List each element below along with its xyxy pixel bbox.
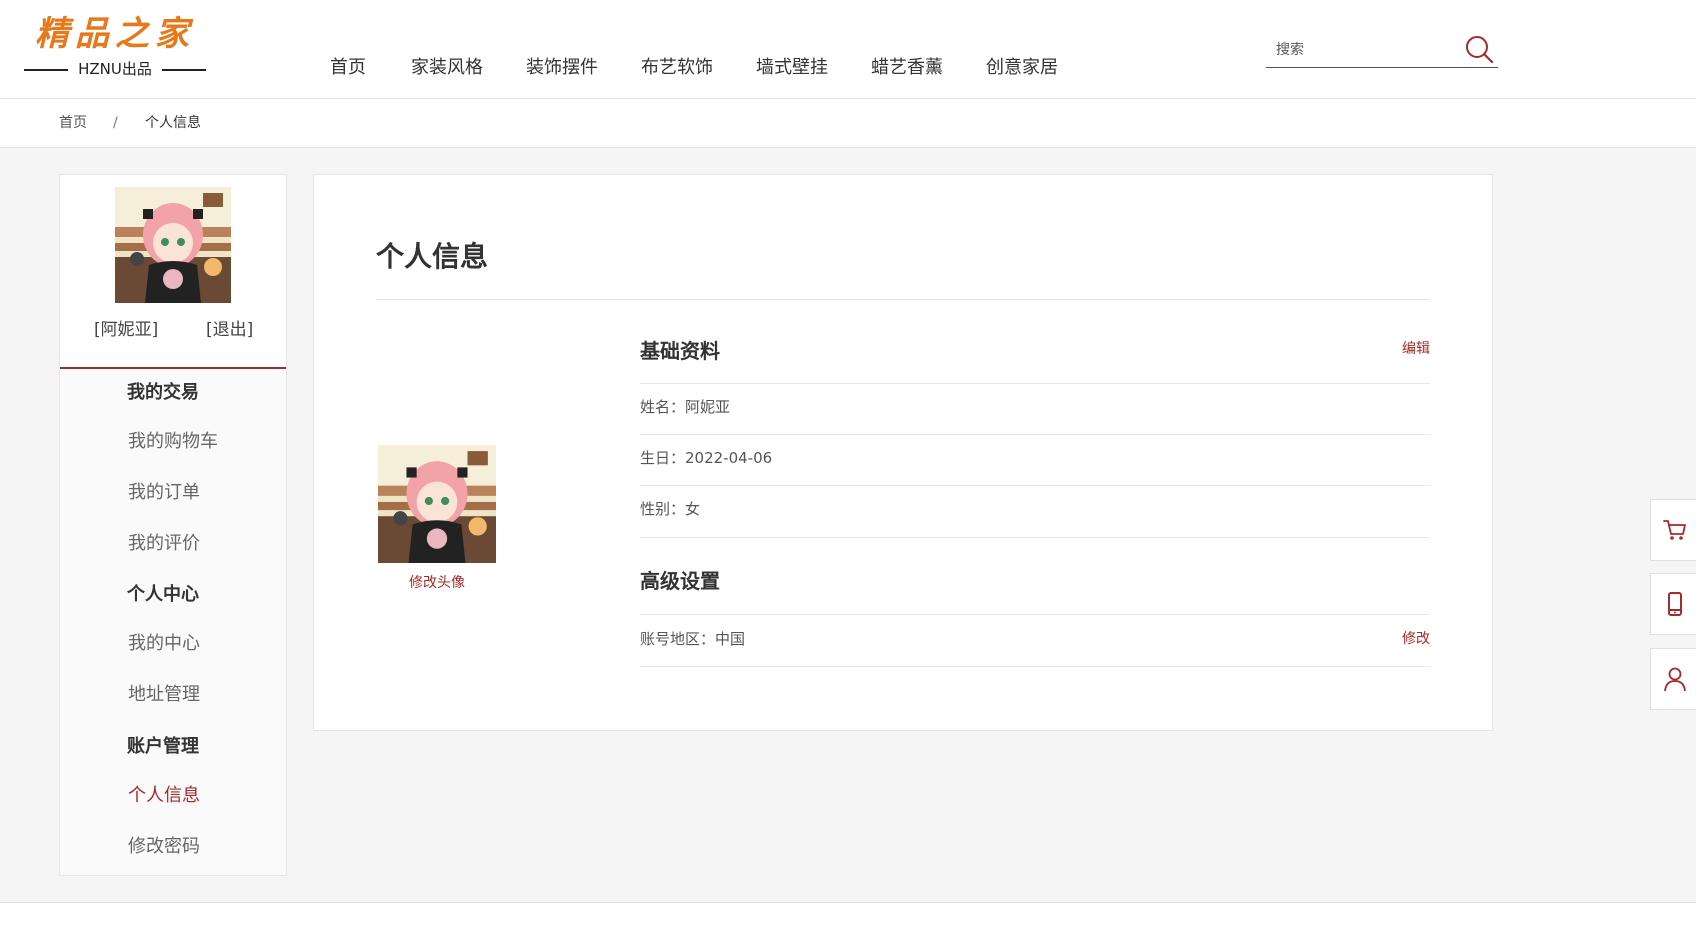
breadcrumb-current: 个人信息 <box>145 115 201 131</box>
float-user-button[interactable] <box>1650 648 1696 710</box>
sidebar-item-cart[interactable]: 我的购物车 <box>128 430 218 454</box>
row-divider <box>640 537 1430 538</box>
modify-region-link[interactable]: 修改 <box>1402 629 1430 649</box>
nav-item-home[interactable]: 首页 <box>330 55 366 81</box>
sidebar-username[interactable]: [阿妮亚] <box>94 319 158 341</box>
sidebar-avatar[interactable] <box>115 187 231 303</box>
float-phone-button[interactable] <box>1650 573 1696 635</box>
nav-item-ornaments[interactable]: 装饰摆件 <box>526 55 598 81</box>
sidebar-item-address[interactable]: 地址管理 <box>128 683 200 707</box>
sidebar-item-my-center[interactable]: 我的中心 <box>128 632 200 656</box>
profile-panel: 个人信息 修改头像 基础资料 编辑 姓名：阿妮亚 生日：2022-04-06 性… <box>313 174 1493 731</box>
field-name: 姓名：阿妮亚 <box>640 398 731 416</box>
row-divider <box>640 383 1430 384</box>
field-gender: 性别：女 <box>640 500 701 518</box>
site-header: 精品之家 HZNU出品 首页 家装风格 装饰摆件 布艺软饰 墙式壁挂 蜡艺香薰 … <box>0 0 1696 98</box>
search-box <box>1266 32 1498 68</box>
breadcrumb-separator: / <box>113 115 118 131</box>
sidebar-item-password[interactable]: 修改密码 <box>128 835 200 859</box>
title-divider <box>376 299 1430 300</box>
sidebar-item-orders[interactable]: 我的订单 <box>128 481 200 505</box>
sidebar-group-account: 账户管理 <box>127 736 199 757</box>
sidebar-group-trade: 我的交易 <box>127 382 199 403</box>
logo-title: 精品之家 <box>35 14 195 54</box>
row-divider <box>640 485 1430 486</box>
sidebar-item-profile[interactable]: 个人信息 <box>128 784 200 808</box>
sidebar-group-personal: 个人中心 <box>127 584 199 605</box>
sidebar-item-reviews[interactable]: 我的评价 <box>128 532 200 556</box>
logo-line-left <box>24 69 68 71</box>
profile-avatar[interactable] <box>378 445 496 563</box>
nav-item-creative-home[interactable]: 创意家居 <box>986 55 1058 81</box>
logout-link[interactable]: [退出] <box>206 319 253 341</box>
row-divider <box>640 614 1430 615</box>
logo-line-right <box>162 69 206 71</box>
field-region: 账号地区：中国 <box>640 630 746 648</box>
float-cart-button[interactable] <box>1650 499 1696 561</box>
nav-item-candles[interactable]: 蜡艺香薰 <box>871 55 943 81</box>
account-sidebar: [阿妮亚] [退出] 我的交易 我的购物车 我的订单 我的评价 个人中心 我的中… <box>59 174 287 876</box>
breadcrumb-home[interactable]: 首页 <box>59 113 87 133</box>
page-title: 个人信息 <box>376 240 489 273</box>
nav-item-wall-hanging[interactable]: 墙式壁挂 <box>756 55 828 81</box>
sidebar-menu: 我的交易 我的购物车 我的订单 我的评价 个人中心 我的中心 地址管理 账户管理… <box>60 369 286 875</box>
search-icon[interactable] <box>1464 34 1494 64</box>
change-avatar-link[interactable]: 修改头像 <box>378 573 496 593</box>
footer-strip <box>0 903 1696 938</box>
site-logo[interactable]: 精品之家 HZNU出品 <box>24 14 206 80</box>
nav-item-fabric[interactable]: 布艺软饰 <box>641 55 713 81</box>
logo-subtitle: HZNU出品 <box>78 60 152 78</box>
advanced-settings-title: 高级设置 <box>640 569 720 593</box>
row-divider <box>640 434 1430 435</box>
row-divider <box>640 666 1430 667</box>
nav-item-decor-style[interactable]: 家装风格 <box>411 55 483 81</box>
field-birthday: 生日：2022-04-06 <box>640 449 773 467</box>
breadcrumb: 首页 / 个人信息 <box>0 99 1696 148</box>
logo-subtitle-row: HZNU出品 <box>24 60 206 78</box>
basic-info-title: 基础资料 <box>640 339 720 363</box>
edit-basic-link[interactable]: 编辑 <box>1402 339 1430 359</box>
search-input[interactable] <box>1266 36 1456 64</box>
